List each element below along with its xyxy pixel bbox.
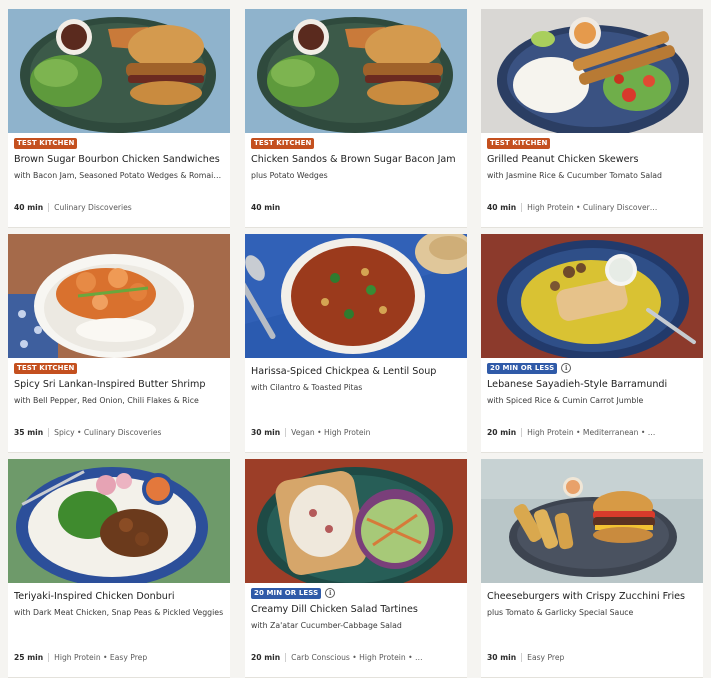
recipe-title[interactable]: Harissa-Spiced Chickpea & Lentil Soup [251, 366, 463, 377]
recipe-subtitle: with Bacon Jam, Seasoned Potato Wedges &… [14, 171, 226, 180]
recipe-card[interactable]: Test Kitchen Brown Sugar Bourbon Chicken… [8, 9, 230, 228]
meta-divider [521, 652, 523, 662]
recipe-subtitle: with Spiced Rice & Cumin Carrot Jumble [487, 396, 644, 405]
recipe-subtitle: with Dark Meat Chicken, Snap Peas & Pick… [14, 608, 224, 617]
recipe-image-burger[interactable] [245, 9, 467, 133]
recipe-title[interactable]: Spicy Sri Lankan-Inspired Butter Shrimp [14, 379, 226, 390]
recipe-meta: 35 min Spicy • Culinary Discoveries [14, 426, 226, 438]
recipe-card[interactable]: Test Kitchen Chicken Sandos & Brown Suga… [245, 9, 467, 228]
recipe-card[interactable]: 20 min or less i Creamy Dill Chicken Sal… [245, 459, 467, 678]
meta-divider [48, 652, 50, 662]
cook-time: 40 min [487, 202, 517, 212]
recipe-image-soup[interactable] [245, 234, 467, 358]
recipe-info: Test Kitchen Spicy Sri Lankan-Inspired B… [8, 358, 230, 452]
recipe-title[interactable]: Grilled Peanut Chicken Skewers [487, 154, 699, 165]
meta-divider [48, 427, 50, 437]
recipe-image-shrimp[interactable] [8, 234, 230, 358]
recipe-meta: 40 min [251, 201, 463, 213]
recipe-title[interactable]: Lebanese Sayadieh-Style Barramundi [487, 379, 699, 390]
recipe-tags: Carb Conscious • High Protein • … [291, 652, 423, 662]
recipe-image-donburi[interactable] [8, 459, 230, 583]
recipe-tags: Spicy • Culinary Discoveries [54, 427, 162, 437]
recipe-card[interactable]: Test Kitchen Spicy Sri Lankan-Inspired B… [8, 234, 230, 453]
cook-time: 25 min [14, 652, 44, 662]
meta-divider [521, 427, 523, 437]
recipe-tags: High Protein • Culinary Discover… [527, 202, 658, 212]
recipe-meta: 30 min Easy Prep [487, 651, 699, 663]
recipe-title[interactable]: Creamy Dill Chicken Salad Tartines [251, 604, 463, 615]
recipe-tags: Culinary Discoveries [54, 202, 132, 212]
recipe-subtitle: with Cilantro & Toasted Pitas [251, 383, 363, 392]
recipe-subtitle: plus Tomato & Garlicky Special Sauce [487, 608, 634, 617]
test-kitchen-badge: Test Kitchen [14, 137, 78, 149]
cook-time: 30 min [251, 427, 281, 437]
recipe-grid: Test Kitchen Brown Sugar Bourbon Chicken… [0, 0, 711, 678]
cook-time: 20 min [251, 652, 281, 662]
recipe-meta: 25 min High Protein • Easy Prep [14, 651, 226, 663]
test-kitchen-badge: Test Kitchen [487, 137, 551, 149]
recipe-title[interactable]: Chicken Sandos & Brown Sugar Bacon Jam [251, 154, 463, 165]
recipe-card[interactable]: Teriyaki-Inspired Chicken Donburi with D… [8, 459, 230, 678]
test-kitchen-badge: Test Kitchen [251, 137, 315, 149]
cook-time: 30 min [487, 652, 517, 662]
meta-divider [48, 202, 50, 212]
recipe-subtitle: with Bell Pepper, Red Onion, Chili Flake… [14, 396, 199, 405]
cook-time: 20 min [487, 427, 517, 437]
cook-time: 40 min [14, 202, 44, 212]
recipe-info: 20 min or less i Lebanese Sayadieh-Style… [481, 358, 703, 452]
test-kitchen-badge: Test Kitchen [14, 362, 78, 374]
quick-badge: 20 min or less [487, 362, 558, 374]
recipe-info: 20 min or less i Creamy Dill Chicken Sal… [245, 583, 467, 677]
recipe-info: Harissa-Spiced Chickpea & Lentil Soup wi… [245, 358, 467, 452]
recipe-card[interactable]: 20 min or less i Lebanese Sayadieh-Style… [481, 234, 703, 453]
recipe-meta: 20 min High Protein • Mediterranean • … [487, 426, 699, 438]
quick-badge: 20 min or less [251, 587, 322, 599]
meta-divider [521, 202, 523, 212]
recipe-meta: 20 min Carb Conscious • High Protein • … [251, 651, 463, 663]
recipe-card[interactable]: Test Kitchen Grilled Peanut Chicken Skew… [481, 9, 703, 228]
recipe-tags: High Protein • Easy Prep [54, 652, 148, 662]
recipe-meta: 40 min High Protein • Culinary Discover… [487, 201, 699, 213]
recipe-tags: High Protein • Mediterranean • … [527, 427, 656, 437]
recipe-title[interactable]: Cheeseburgers with Crispy Zucchini Fries [487, 591, 699, 602]
recipe-info: Cheeseburgers with Crispy Zucchini Fries… [481, 583, 703, 677]
recipe-info: Teriyaki-Inspired Chicken Donburi with D… [8, 583, 230, 677]
recipe-image-burger[interactable] [8, 9, 230, 133]
meta-divider [285, 652, 287, 662]
recipe-title[interactable]: Teriyaki-Inspired Chicken Donburi [14, 591, 226, 602]
recipe-image-fish[interactable] [481, 234, 703, 358]
cook-time: 40 min [251, 202, 281, 212]
recipe-meta: 30 min Vegan • High Protein [251, 426, 463, 438]
info-icon[interactable]: i [325, 588, 336, 598]
recipe-info: Test Kitchen Grilled Peanut Chicken Skew… [481, 133, 703, 227]
recipe-card[interactable]: Harissa-Spiced Chickpea & Lentil Soup wi… [245, 234, 467, 453]
recipe-subtitle: with Za'atar Cucumber-Cabbage Salad [251, 621, 402, 630]
recipe-tags: Vegan • High Protein [291, 427, 371, 437]
recipe-image-cheeseburger[interactable] [481, 459, 703, 583]
info-icon[interactable]: i [561, 363, 572, 373]
recipe-title[interactable]: Brown Sugar Bourbon Chicken Sandwiches [14, 154, 226, 165]
recipe-image-skewers[interactable] [481, 9, 703, 133]
recipe-card[interactable]: Cheeseburgers with Crispy Zucchini Fries… [481, 459, 703, 678]
recipe-tags: Easy Prep [527, 652, 565, 662]
recipe-info: Test Kitchen Chicken Sandos & Brown Suga… [245, 133, 467, 227]
recipe-image-tartine[interactable] [245, 459, 467, 583]
meta-divider [285, 427, 287, 437]
recipe-subtitle: plus Potato Wedges [251, 171, 328, 180]
recipe-subtitle: with Jasmine Rice & Cucumber Tomato Sala… [487, 171, 662, 180]
recipe-info: Test Kitchen Brown Sugar Bourbon Chicken… [8, 133, 230, 227]
recipe-meta: 40 min Culinary Discoveries [14, 201, 226, 213]
cook-time: 35 min [14, 427, 44, 437]
